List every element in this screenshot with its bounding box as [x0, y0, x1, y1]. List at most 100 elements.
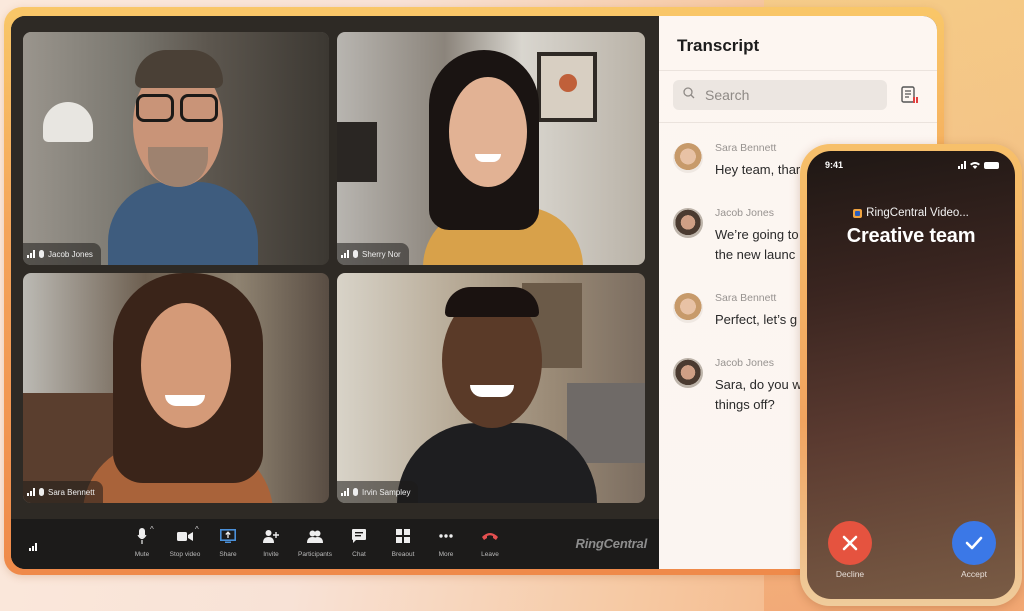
search-input[interactable]	[705, 87, 865, 103]
speaker-name: Jacob Jones	[715, 207, 774, 219]
app-name: RingCentral Video...	[866, 207, 969, 219]
phone-frame: 9:41 RingCentral Video... Creative team …	[800, 144, 1022, 606]
face	[141, 303, 231, 428]
accept-button[interactable]	[952, 521, 996, 565]
sofa	[567, 383, 645, 463]
participant-label: Jacob Jones	[23, 243, 101, 265]
invite-button[interactable]: Invite	[248, 527, 294, 563]
participant-label: Sara Bennett	[23, 481, 103, 503]
share-screen-icon	[220, 527, 236, 545]
video-tile[interactable]: Irvin Sampley	[337, 273, 645, 503]
call-title: Creative team	[846, 225, 976, 247]
checkmark-icon	[965, 536, 983, 550]
hang-up-icon	[482, 527, 498, 545]
face	[449, 77, 527, 187]
chevron-up-icon[interactable]: ^	[195, 525, 199, 534]
transcript-export-icon[interactable]	[901, 86, 919, 109]
chat-icon	[352, 527, 366, 545]
participant-name: Sherry Nor	[362, 249, 401, 259]
transcript-title: Transcript	[677, 36, 760, 55]
share-button[interactable]: Share	[205, 527, 251, 563]
smile	[470, 385, 514, 397]
microphone-icon	[353, 250, 358, 258]
avatar	[673, 293, 703, 323]
participant-name: Sara Bennett	[48, 487, 95, 497]
participant-label: Sherry Nor	[337, 243, 409, 265]
microphone-icon	[353, 488, 358, 496]
connection-signal-icon[interactable]	[29, 538, 37, 556]
transcript-search[interactable]	[673, 80, 887, 110]
avatar	[673, 143, 703, 173]
video-camera-icon	[177, 527, 193, 545]
status-time: 9:41	[825, 160, 844, 170]
signal-icon	[341, 250, 349, 258]
video-tile[interactable]: Sara Bennett	[23, 273, 329, 503]
meeting-window: Jacob Jones Sherry Nor Sara Bennett Irvi…	[11, 16, 937, 569]
microphone-icon	[39, 488, 44, 496]
leave-button[interactable]: Leave	[467, 527, 513, 563]
breakout-grid-icon	[396, 527, 410, 545]
chat-button[interactable]: Chat	[336, 527, 382, 563]
share-label: Share	[219, 551, 237, 558]
battery-icon	[984, 161, 999, 169]
signal-icon	[27, 250, 35, 258]
wifi-icon	[970, 162, 980, 169]
leave-label: Leave	[481, 551, 499, 558]
participant-name: Jacob Jones	[48, 249, 93, 259]
video-tile[interactable]: Jacob Jones	[23, 32, 329, 265]
glasses	[180, 94, 218, 122]
breakout-button[interactable]: Breaout	[380, 527, 426, 563]
incoming-call-screen: 9:41 RingCentral Video... Creative team …	[807, 151, 1015, 599]
chevron-up-icon[interactable]: ^	[150, 525, 154, 534]
search-icon	[683, 86, 695, 104]
add-person-icon	[263, 527, 279, 545]
smile	[475, 154, 501, 162]
speaker-name: Sara Bennett	[715, 142, 777, 154]
more-dots-icon	[439, 527, 453, 545]
caller-app: RingCentral Video...	[807, 207, 1015, 219]
close-icon	[842, 535, 858, 551]
shirt	[108, 182, 258, 265]
chat-label: Chat	[352, 551, 366, 558]
breakout-label: Breaout	[391, 551, 415, 558]
divider	[659, 122, 937, 123]
video-tile[interactable]: Sherry Nor	[337, 32, 645, 265]
invite-label: Invite	[263, 551, 279, 558]
avatar	[673, 358, 703, 388]
participant-name: Irvin Sampley	[362, 487, 411, 497]
signal-icon	[341, 488, 349, 496]
divider	[659, 70, 937, 71]
decline-button[interactable]	[828, 521, 872, 565]
more-label: More	[438, 551, 454, 558]
participants-button[interactable]: Participants	[292, 527, 338, 563]
ringcentral-logo: RingCentral	[575, 536, 648, 551]
mute-button[interactable]: ^ Mute	[119, 525, 165, 563]
mute-label: Mute	[134, 551, 150, 558]
decline-label: Decline	[835, 569, 865, 579]
status-icons	[958, 161, 999, 169]
meeting-toolbar: ^ Mute ^ Stop video Share Invite Partici…	[11, 519, 659, 569]
participant-label: Irvin Sampley	[337, 481, 419, 503]
participants-icon	[307, 527, 323, 545]
microphone-icon	[39, 250, 44, 258]
cellular-signal-icon	[958, 161, 966, 169]
stop-video-label: Stop video	[169, 551, 201, 558]
speaker-name: Sara Bennett	[715, 292, 777, 304]
avatar	[673, 208, 703, 238]
stop-video-button[interactable]: ^ Stop video	[162, 525, 208, 563]
smile	[165, 395, 205, 406]
video-grid: Jacob Jones Sherry Nor Sara Bennett Irvi…	[11, 16, 659, 569]
hair	[135, 50, 223, 88]
tv	[337, 122, 377, 182]
speaker-name: Jacob Jones	[715, 357, 774, 369]
message-text: Sara, do you w things off?	[715, 377, 802, 412]
message-text: We’re going to the new launc	[715, 227, 799, 262]
wall-art-detail	[559, 74, 577, 92]
hair	[445, 287, 539, 317]
participants-label: Participants	[298, 551, 332, 558]
accept-label: Accept	[961, 569, 987, 579]
signal-icon	[27, 488, 35, 496]
glasses	[136, 94, 174, 122]
more-button[interactable]: More	[423, 527, 469, 563]
ringcentral-app-icon	[853, 208, 863, 218]
